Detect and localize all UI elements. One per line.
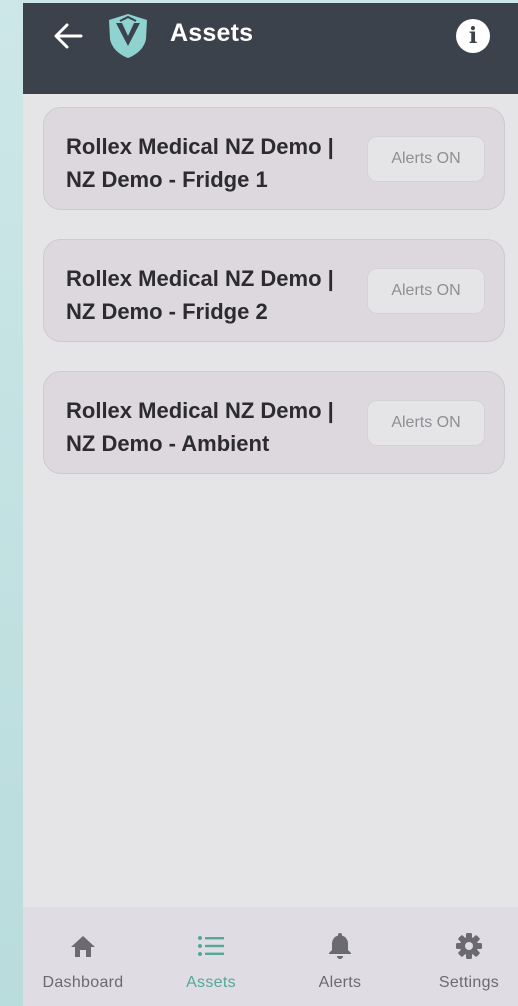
asset-card[interactable]: Rollex Medical NZ Demo | NZ Demo - Ambie… [43,371,505,474]
asset-title-line1: Rollex Medical NZ Demo | [66,266,334,291]
tab-label: Alerts [318,974,362,991]
home-icon [71,936,95,957]
tab-alerts[interactable]: Alerts [292,907,388,1006]
tab-label: Settings [438,974,500,991]
info-button[interactable]: i [456,19,490,53]
asset-title-line2: NZ Demo - Fridge 1 [66,167,268,192]
asset-title-line2: NZ Demo - Ambient [66,431,270,456]
tab-label: Dashboard [42,974,124,991]
tab-label: Assets [186,974,236,991]
asset-title-line2: NZ Demo - Fridge 2 [66,299,268,324]
info-icon: i [468,22,478,49]
arrow-left-icon [54,23,83,49]
alerts-toggle-button[interactable]: Alerts ON [367,268,485,314]
list-icon [198,936,224,956]
app-bar: Assets i [23,3,518,94]
asset-title: Rollex Medical NZ Demo | NZ Demo - Ambie… [66,394,366,460]
shield-v-logo [109,14,147,58]
alerts-toggle-button[interactable]: Alerts ON [367,136,485,182]
asset-card[interactable]: Rollex Medical NZ Demo | NZ Demo - Fridg… [43,107,505,210]
asset-title: Rollex Medical NZ Demo | NZ Demo - Fridg… [66,130,366,196]
bell-icon [329,933,351,959]
alerts-toggle-button[interactable]: Alerts ON [367,400,485,446]
asset-title-line1: Rollex Medical NZ Demo | [66,134,334,159]
back-button[interactable] [49,17,87,55]
page-title: Assets [170,19,254,47]
tab-dashboard[interactable]: Dashboard [35,907,131,1006]
app-screen: Assets i Rollex Medical NZ Demo | NZ Dem… [23,3,518,1006]
asset-title: Rollex Medical NZ Demo | NZ Demo - Fridg… [66,262,366,328]
asset-card[interactable]: Rollex Medical NZ Demo | NZ Demo - Fridg… [43,239,505,342]
gear-icon [456,933,482,959]
asset-list: Rollex Medical NZ Demo | NZ Demo - Fridg… [43,107,507,503]
tab-settings[interactable]: Settings [421,907,517,1006]
bottom-tab-bar: Dashboard Assets Alerts Settings [23,907,518,1006]
tab-assets[interactable]: Assets [163,907,259,1006]
asset-title-line1: Rollex Medical NZ Demo | [66,398,334,423]
